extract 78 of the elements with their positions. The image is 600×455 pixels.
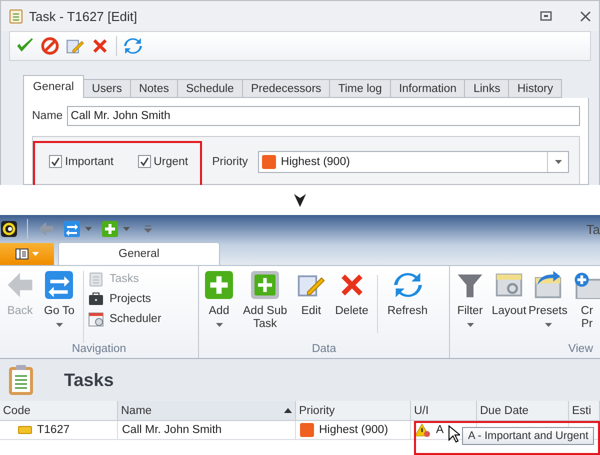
checkbox-label: Important	[65, 156, 114, 168]
ribbon-button[interactable]: Layout	[492, 271, 526, 343]
swap-arrows-icon	[45, 271, 74, 299]
tab[interactable]: Users	[82, 79, 131, 98]
window-title: Ta	[586, 222, 600, 236]
cancel-icon	[41, 37, 59, 55]
ribbon-button[interactable]: Projects	[88, 291, 162, 307]
group-label: Navigation	[70, 343, 128, 357]
ribbon-button[interactable]: Refresh	[385, 271, 430, 343]
column-header[interactable]: Due Date	[477, 401, 569, 421]
ribbon-button[interactable]: Add	[202, 271, 236, 343]
layout-gear-icon	[495, 271, 523, 299]
table-cell: Call Mr. John Smith	[118, 421, 296, 440]
column-header[interactable]: Name	[118, 401, 296, 421]
app-menu-button[interactable]	[0, 243, 54, 265]
ribbon-button[interactable]: Scheduler	[88, 311, 162, 327]
refresh-icon	[394, 271, 422, 299]
clipboard-icon	[88, 271, 104, 287]
presets-icon	[534, 271, 562, 299]
plus-icon	[205, 271, 233, 299]
tab[interactable]: Predecessors	[242, 79, 330, 98]
checkbox[interactable]	[49, 155, 62, 168]
create-icon	[573, 271, 600, 299]
panel-icon	[15, 248, 29, 260]
briefcase-icon	[88, 291, 104, 307]
clipboard-icon	[8, 364, 34, 396]
refresh-icon	[124, 37, 142, 55]
caret-icon	[32, 252, 39, 256]
down-arrow-icon	[292, 192, 308, 208]
group-label: View	[567, 343, 594, 357]
tab[interactable]: Information	[390, 79, 466, 98]
name-field[interactable]: Call Mr. John Smith	[66, 106, 580, 126]
close-icon	[580, 10, 591, 22]
tab[interactable]: History	[508, 79, 562, 98]
ribbon-button[interactable]: Presets	[531, 271, 565, 343]
mouse-cursor-icon	[448, 425, 460, 443]
warning-icon	[415, 423, 431, 437]
column-header[interactable]: Priority	[296, 401, 411, 421]
swap-arrows-icon	[64, 221, 80, 237]
table-cell: T1627	[0, 421, 118, 440]
tab[interactable]: Time log	[329, 79, 391, 98]
ribbon-button[interactable]: Add Sub Task	[241, 271, 290, 343]
tab[interactable]: Notes	[130, 79, 178, 98]
clipboard-icon	[9, 8, 23, 24]
table-cell: Highest (900)	[296, 421, 411, 440]
window-title: Task - T1627 [Edit]	[29, 8, 138, 24]
x-icon	[91, 37, 109, 55]
column-header[interactable]: Esti	[569, 401, 600, 421]
plus-icon	[251, 271, 280, 299]
tab[interactable]: General	[23, 75, 84, 98]
ribbon-button[interactable]: Edit	[294, 271, 328, 343]
calendar-icon	[88, 311, 104, 327]
caret-icon	[554, 160, 562, 164]
sort-ascending-icon	[284, 408, 292, 413]
ribbon-tab[interactable]: General	[58, 242, 220, 265]
checkbox-label: Urgent	[154, 156, 188, 168]
back-arrow-icon	[6, 271, 34, 299]
column-header[interactable]: U/I	[411, 401, 477, 421]
ribbon-button[interactable]: Delete	[333, 271, 370, 343]
ribbon-button[interactable]: Go To	[42, 271, 76, 343]
pencil-icon	[66, 37, 84, 55]
name-label: Name	[32, 110, 63, 122]
checkbox[interactable]	[138, 155, 151, 168]
ribbon-button[interactable]: Cr Pr	[570, 271, 600, 343]
restore-icon	[540, 11, 552, 21]
section-title: Tasks	[64, 370, 114, 390]
tab[interactable]: Links	[464, 79, 510, 98]
back-arrow-icon	[38, 221, 54, 237]
tag-icon	[18, 426, 32, 434]
app-logo-icon	[1, 221, 17, 237]
tooltip: A - Important and Urgent	[462, 427, 594, 445]
priority-dropdown[interactable]: Highest (900)	[258, 150, 569, 172]
column-header[interactable]: Code	[0, 401, 118, 421]
group-label: Data	[310, 343, 338, 357]
ribbon-button[interactable]: Filter	[453, 271, 487, 343]
priority-label: Priority	[212, 156, 248, 168]
tab[interactable]: Schedule	[177, 79, 243, 98]
plus-icon	[102, 221, 118, 237]
